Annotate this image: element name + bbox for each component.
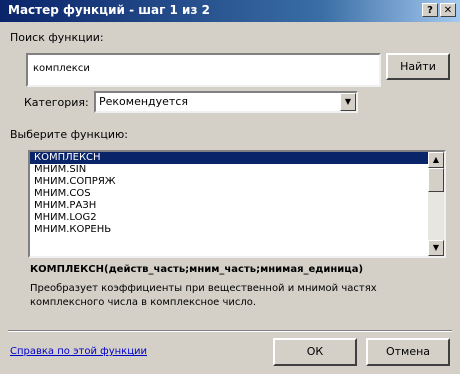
function-listbox[interactable]: КОМПЛЕКСН МНИМ.SIN МНИМ.СОПРЯЖ МНИМ.COS … <box>28 150 446 258</box>
close-icon[interactable]: ✕ <box>440 3 456 17</box>
search-input-value: комплекси <box>33 63 90 74</box>
help-icon[interactable]: ? <box>422 3 438 17</box>
list-scrollbar[interactable]: ▲ ▼ <box>428 152 444 256</box>
list-item[interactable]: МНИМ.СОПРЯЖ <box>30 176 444 188</box>
scroll-down-icon[interactable]: ▼ <box>428 240 444 256</box>
function-list-label: Выберите функцию: <box>10 128 128 141</box>
list-item[interactable]: МНИМ.COS <box>30 188 444 200</box>
category-label: Категория: <box>24 96 89 109</box>
title-bar: Мастер функций - шаг 1 из 2 ? ✕ <box>0 0 460 22</box>
chevron-down-icon[interactable]: ▼ <box>340 93 356 111</box>
ok-button[interactable]: ОК <box>273 338 357 366</box>
search-input[interactable]: комплекси <box>26 53 381 87</box>
function-help-link[interactable]: Справка по этой функции <box>10 346 147 357</box>
list-item[interactable]: МНИМ.РАЗН <box>30 200 444 212</box>
divider <box>8 330 452 332</box>
scroll-thumb[interactable] <box>428 168 444 192</box>
window-title: Мастер функций - шаг 1 из 2 <box>8 3 210 17</box>
list-item[interactable]: КОМПЛЕКСН <box>30 152 444 164</box>
list-item[interactable]: МНИМ.SIN <box>30 164 444 176</box>
search-label: Поиск функции: <box>10 31 104 44</box>
scroll-up-icon[interactable]: ▲ <box>428 152 444 168</box>
category-select[interactable]: Рекомендуется ▼ <box>94 91 358 113</box>
cancel-button[interactable]: Отмена <box>366 338 450 366</box>
category-selected-value: Рекомендуется <box>99 95 188 108</box>
list-item[interactable]: МНИМ.КОРЕНЬ <box>30 224 444 236</box>
function-signature: КОМПЛЕКСН(действ_часть;мним_часть;мнимая… <box>30 264 364 275</box>
find-button[interactable]: Найти <box>386 53 450 80</box>
function-description: Преобразует коэффициенты при вещественно… <box>30 283 377 308</box>
list-item[interactable]: МНИМ.LOG2 <box>30 212 444 224</box>
